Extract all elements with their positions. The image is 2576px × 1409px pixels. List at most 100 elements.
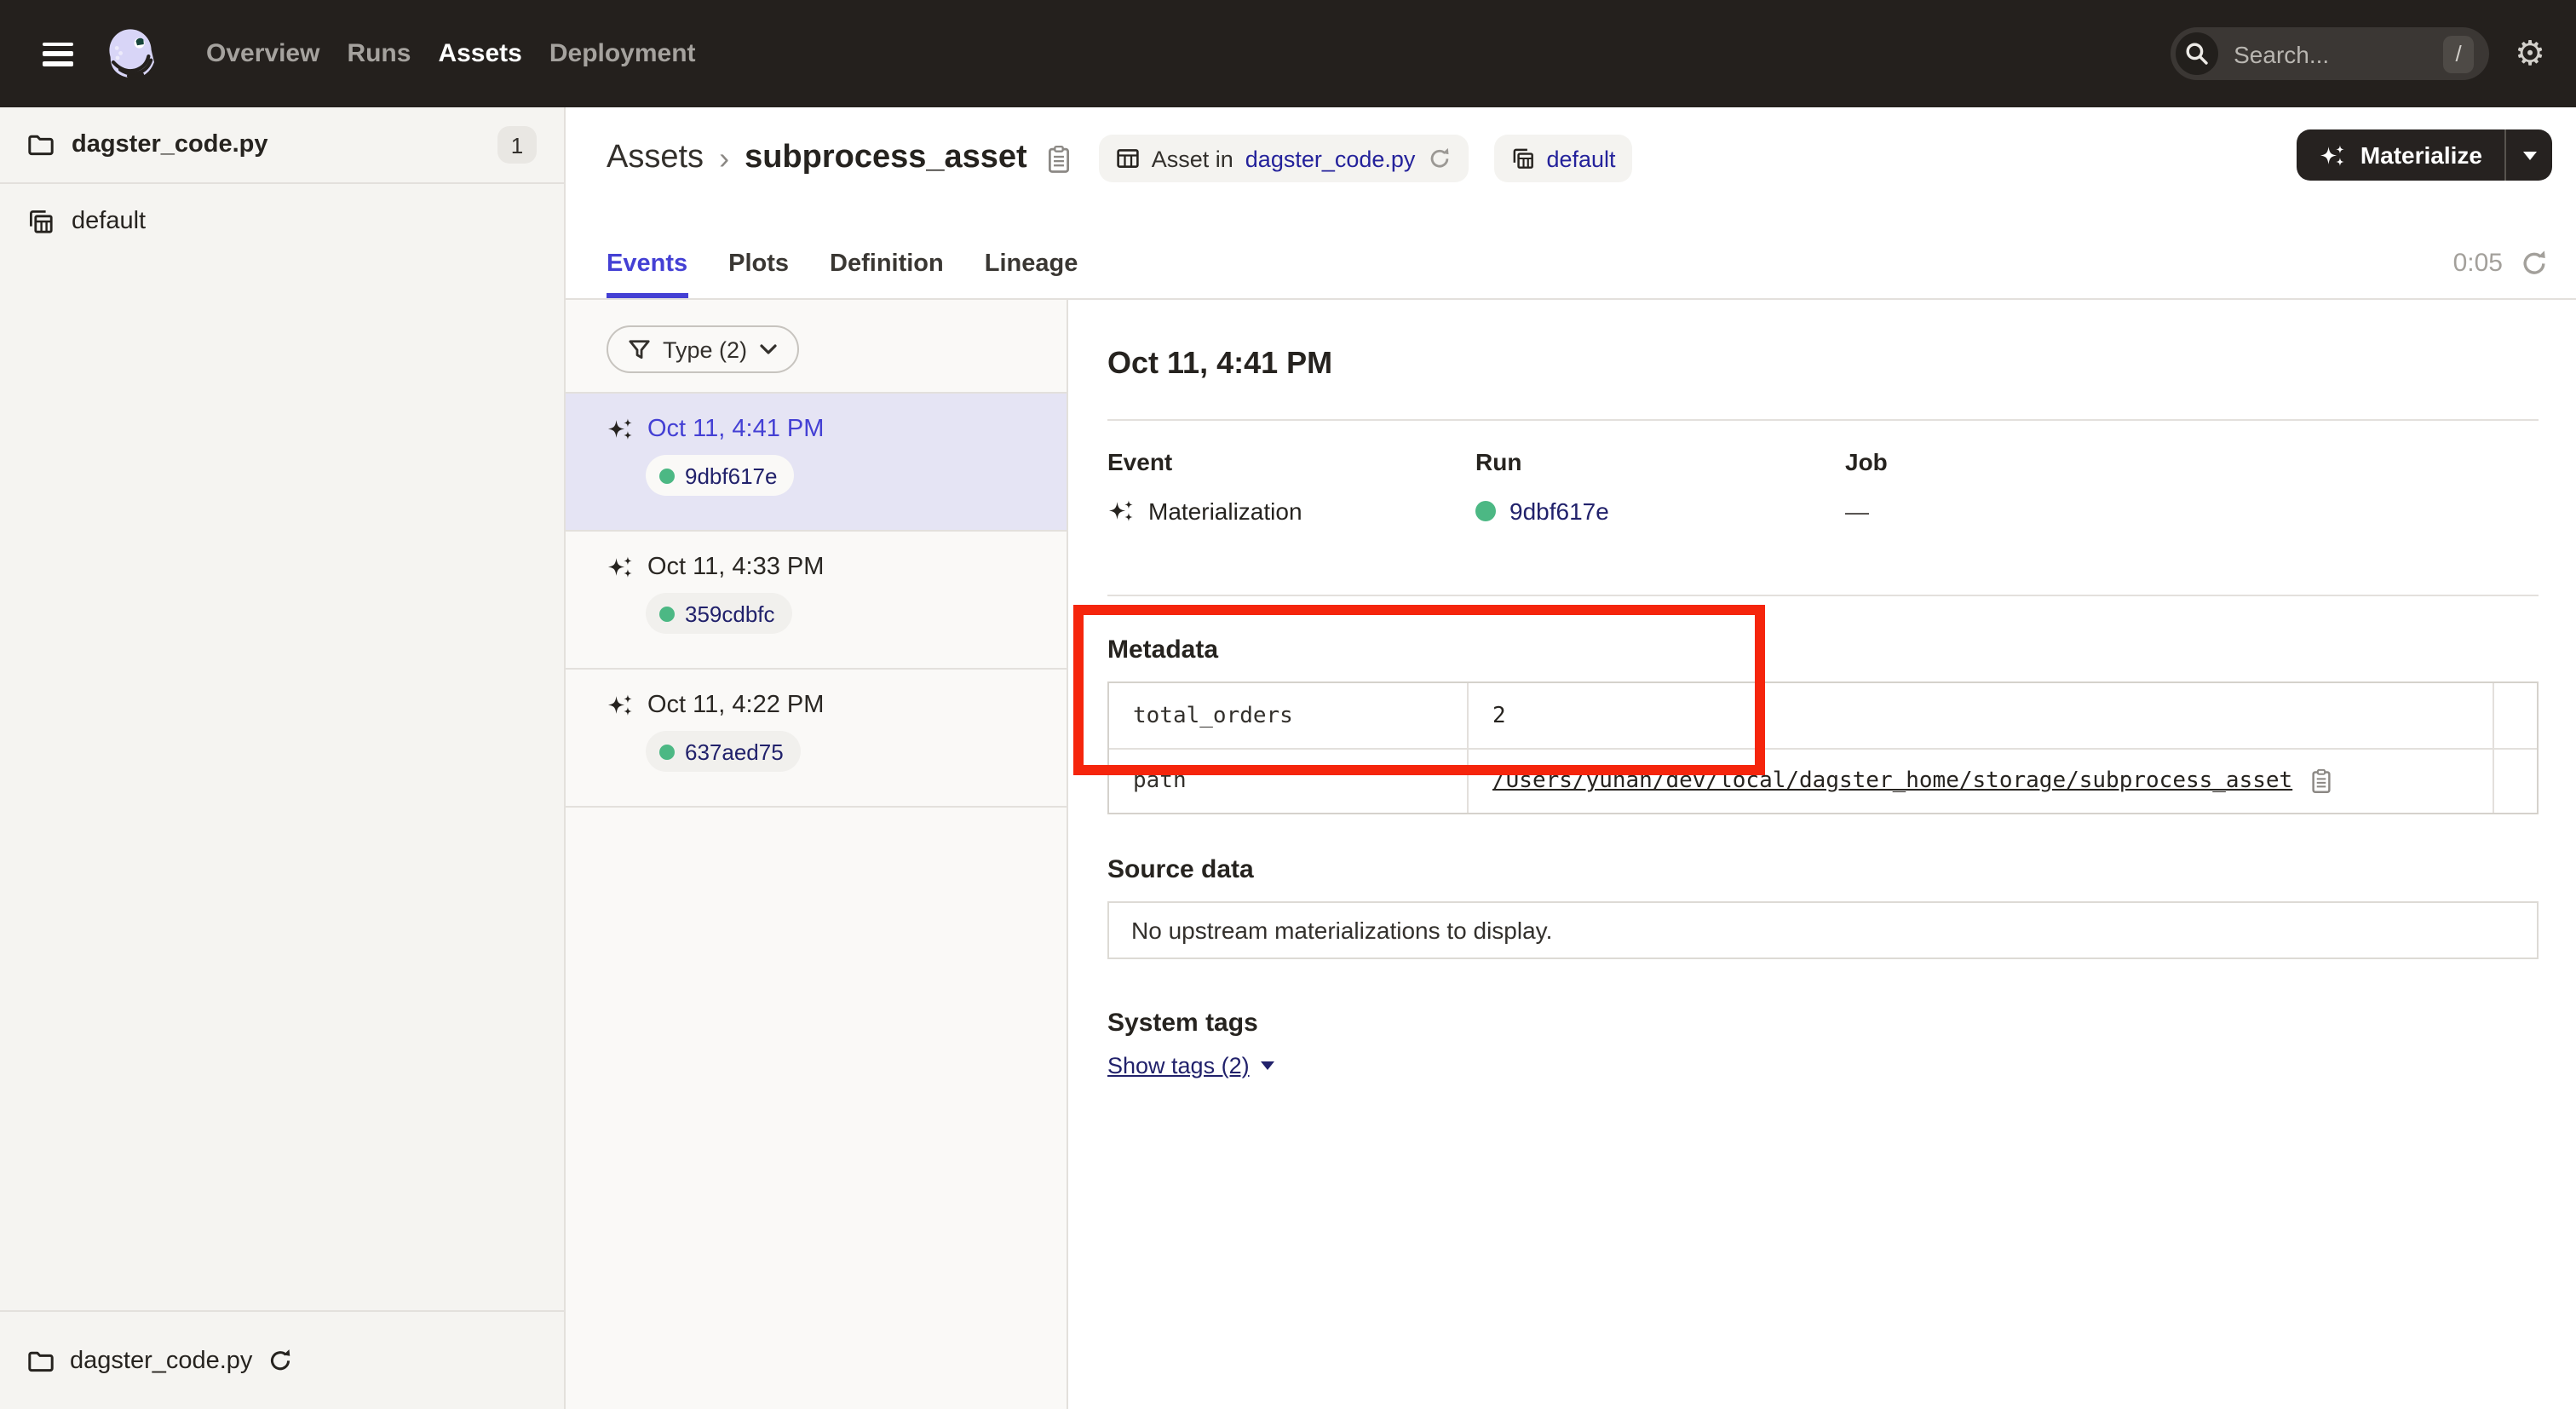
event-column-label: Event xyxy=(1107,446,1475,477)
metadata-key: total_orders xyxy=(1109,683,1469,748)
materialization-sparkle-icon xyxy=(607,417,634,441)
event-type-value: Materialization xyxy=(1148,494,1302,528)
materialization-sparkle-icon xyxy=(607,555,634,579)
timer-value: 0:05 xyxy=(2453,249,2503,278)
refresh-timer: 0:05 xyxy=(2453,249,2549,278)
badge-prefix: Asset in xyxy=(1152,146,1233,171)
search-placeholder: Search... xyxy=(2234,40,2443,67)
sparkle-icon xyxy=(2320,142,2347,168)
run-link[interactable]: 9dbf617e xyxy=(1509,494,1609,528)
run-id: 637aed75 xyxy=(685,739,784,764)
code-location-footer[interactable]: dagster_code.py xyxy=(0,1310,564,1409)
source-data-empty-box: No upstream materializations to display. xyxy=(1107,901,2539,959)
job-value: — xyxy=(1845,494,1869,528)
materialization-sparkle-icon xyxy=(607,693,634,717)
table-row: path /Users/yuhan/dev/local/dagster_home… xyxy=(1109,748,2537,813)
copy-icon[interactable] xyxy=(1044,144,1073,173)
nav-deployment[interactable]: Deployment xyxy=(549,39,696,68)
divider xyxy=(1107,419,2539,421)
asset-sidebar: dagster_code.py 1 default dagster_code.p… xyxy=(0,107,566,1409)
metadata-heading: Metadata xyxy=(1107,634,2539,666)
events-content: Type (2) Oct 11, 4:41 PM 9dbf617e xyxy=(566,300,2576,1409)
run-status-dot xyxy=(1475,501,1496,521)
materialization-sparkle-icon xyxy=(1107,499,1135,523)
run-status-dot xyxy=(659,744,675,759)
chevron-right-icon: › xyxy=(719,141,729,176)
run-status-dot xyxy=(659,468,675,483)
run-id: 359cdbfc xyxy=(685,601,775,626)
tab-plots[interactable]: Plots xyxy=(728,250,789,298)
type-filter-button[interactable]: Type (2) xyxy=(607,325,798,373)
run-link[interactable]: 359cdbfc xyxy=(646,593,792,634)
asset-tabs: Events Plots Definition Lineage xyxy=(607,250,1078,298)
navbar-right: Search... / ⚙ xyxy=(2171,27,2545,80)
repository-badge: default xyxy=(1493,135,1632,182)
sidebar-item-label: dagster_code.py xyxy=(72,131,268,158)
path-link[interactable]: /Users/yuhan/dev/local/dagster_home/stor… xyxy=(1492,768,2292,794)
event-date-label: Oct 11, 4:22 PM xyxy=(647,692,824,719)
folder-icon xyxy=(27,1347,55,1374)
event-list-item[interactable]: Oct 11, 4:22 PM 637aed75 xyxy=(566,670,1067,808)
filter-funnel-icon xyxy=(629,338,651,360)
copy-icon[interactable] xyxy=(2308,768,2333,794)
show-tags-link[interactable]: Show tags (2) xyxy=(1107,1053,1275,1078)
main-panel: Assets › subprocess_asset Asset in dagst… xyxy=(566,107,2576,1409)
system-tags-heading: System tags xyxy=(1107,1007,2539,1039)
sidebar-item-label: default xyxy=(72,208,146,235)
folder-icon xyxy=(27,131,55,158)
nav-overview[interactable]: Overview xyxy=(206,39,319,68)
nav-assets[interactable]: Assets xyxy=(438,39,521,68)
caret-down-icon xyxy=(2522,151,2536,159)
job-column-label: Job xyxy=(1845,446,2539,477)
metadata-table: total_orders 2 path /Users/yuhan/dev/loc… xyxy=(1107,681,2539,814)
search-input[interactable]: Search... / xyxy=(2171,27,2489,80)
tab-lineage[interactable]: Lineage xyxy=(985,250,1078,298)
source-data-empty-message: No upstream materializations to display. xyxy=(1131,917,1552,944)
sidebar-item-default[interactable]: default xyxy=(0,184,564,259)
reload-icon[interactable] xyxy=(1427,147,1451,170)
event-list-item[interactable]: Oct 11, 4:33 PM 359cdbfc xyxy=(566,532,1067,670)
materialize-dropdown-button[interactable] xyxy=(2506,129,2552,181)
event-detail-title: Oct 11, 4:41 PM xyxy=(1107,344,2539,382)
chevron-down-icon xyxy=(759,343,776,355)
metadata-key: path xyxy=(1109,750,1469,813)
repository-link[interactable]: default xyxy=(1546,146,1615,171)
tab-definition[interactable]: Definition xyxy=(830,250,944,298)
divider xyxy=(1107,595,2539,596)
asset-count-badge: 1 xyxy=(497,126,537,164)
nav-runs[interactable]: Runs xyxy=(347,39,411,68)
dagster-app: Overview Runs Assets Deployment Search..… xyxy=(0,0,2576,1409)
materialize-label: Materialize xyxy=(2360,141,2482,169)
materialize-button[interactable]: Materialize xyxy=(2297,129,2552,181)
reload-icon[interactable] xyxy=(267,1348,293,1373)
dagster-logo-icon[interactable] xyxy=(102,25,160,83)
tab-events[interactable]: Events xyxy=(607,250,687,298)
primary-nav: Overview Runs Assets Deployment xyxy=(206,39,696,68)
table-row: total_orders 2 xyxy=(1109,683,2537,748)
run-link[interactable]: 9dbf617e xyxy=(646,455,794,496)
sidebar-item-dagster-code[interactable]: dagster_code.py 1 xyxy=(0,107,564,184)
table-action-cell xyxy=(2493,750,2537,813)
slash-shortcut-badge: / xyxy=(2443,35,2474,72)
refresh-icon[interactable] xyxy=(2520,249,2549,278)
menu-icon[interactable] xyxy=(43,42,73,66)
event-list-item[interactable]: Oct 11, 4:41 PM 9dbf617e xyxy=(566,394,1067,532)
run-column-label: Run xyxy=(1475,446,1845,477)
event-detail-panel: Oct 11, 4:41 PM Event Materialization Ru… xyxy=(1068,300,2576,1409)
code-location-link[interactable]: dagster_code.py xyxy=(1245,146,1416,171)
table-action-cell xyxy=(2493,683,2537,748)
gear-icon[interactable]: ⚙ xyxy=(2515,37,2545,71)
code-location-label: dagster_code.py xyxy=(70,1347,252,1374)
event-date-label: Oct 11, 4:41 PM xyxy=(647,416,824,443)
code-location-badge: Asset in dagster_code.py xyxy=(1099,135,1469,182)
source-data-heading: Source data xyxy=(1107,854,2539,886)
repo-grid-icon xyxy=(1510,147,1534,170)
run-link[interactable]: 637aed75 xyxy=(646,731,801,772)
event-list: Type (2) Oct 11, 4:41 PM 9dbf617e xyxy=(566,300,1068,1409)
show-tags-label: Show tags (2) xyxy=(1107,1053,1250,1078)
table-icon xyxy=(1116,147,1140,170)
page-title: subprocess_asset xyxy=(745,140,1027,177)
breadcrumb-assets-link[interactable]: Assets xyxy=(607,140,704,177)
asset-group-icon xyxy=(27,208,55,235)
search-icon xyxy=(2176,32,2218,75)
